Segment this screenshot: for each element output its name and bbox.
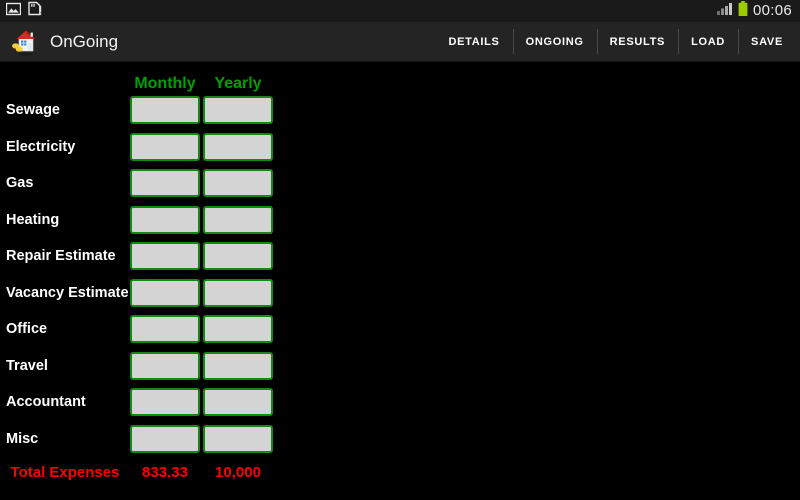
row-label-heating: Heating — [6, 212, 60, 227]
action-item-load[interactable]: LOAD — [678, 22, 738, 61]
total-expenses-row: Total Expenses 833.33 10,000 — [0, 457, 290, 487]
input-office-monthly[interactable] — [130, 315, 200, 344]
expense-row-heating: Heating — [0, 202, 290, 239]
input-sewage-yearly[interactable] — [203, 96, 273, 125]
expense-row-office: Office — [0, 311, 290, 348]
battery-full-icon — [738, 1, 748, 21]
action-item-ongoing[interactable]: ONGOING — [512, 22, 597, 61]
column-header-yearly: Yearly — [214, 75, 262, 92]
column-header-monthly: Monthly — [134, 75, 196, 92]
expenses-form: Monthly Yearly Sewage Electricity Gas He… — [0, 62, 800, 500]
action-bar-menu: DETAILS ONGOING RESULTS LOAD SAVE — [435, 22, 800, 61]
action-bar: OnGoing DETAILS ONGOING RESULTS LOAD SAV… — [0, 22, 800, 62]
row-label-accountant: Accountant — [6, 395, 86, 410]
total-expenses-monthly: 833.33 — [142, 463, 188, 481]
action-bar-branding: OnGoing — [0, 22, 118, 61]
expenses-grid: Monthly Yearly Sewage Electricity Gas He… — [0, 62, 290, 487]
status-bar-notification-icons — [5, 1, 42, 21]
input-travel-yearly[interactable] — [203, 351, 273, 380]
column-header-row: Monthly Yearly — [0, 62, 290, 92]
expense-row-electricity: Electricity — [0, 129, 290, 166]
image-icon — [5, 2, 22, 21]
status-bar: 00:06 — [0, 0, 800, 22]
status-bar-system-icons: 00:06 — [716, 1, 792, 21]
row-label-sewage: Sewage — [6, 103, 60, 118]
input-office-yearly[interactable] — [203, 315, 273, 344]
row-label-office: Office — [6, 322, 48, 337]
expense-row-repair-estimate: Repair Estimate — [0, 238, 290, 275]
row-label-vacancy-estimate: Vacancy Estimate — [6, 285, 129, 300]
total-expenses-yearly: 10,000 — [215, 463, 261, 481]
row-label-electricity: Electricity — [6, 139, 76, 154]
input-heating-monthly[interactable] — [130, 205, 200, 234]
input-misc-yearly[interactable] — [203, 424, 273, 453]
sdcard-warning-icon — [28, 1, 42, 21]
action-item-results[interactable]: RESULTS — [596, 22, 678, 61]
input-electricity-yearly[interactable] — [203, 132, 273, 161]
input-vacancy-estimate-monthly[interactable] — [130, 278, 200, 307]
action-item-details[interactable]: DETAILS — [435, 22, 512, 61]
action-item-save[interactable]: SAVE — [738, 22, 796, 61]
expense-row-gas: Gas — [0, 165, 290, 202]
input-repair-estimate-yearly[interactable] — [203, 242, 273, 271]
row-label-repair-estimate: Repair Estimate — [6, 249, 116, 264]
input-accountant-yearly[interactable] — [203, 388, 273, 417]
input-heating-yearly[interactable] — [203, 205, 273, 234]
app-title: OnGoing — [50, 32, 119, 51]
status-bar-clock: 00:06 — [752, 2, 792, 19]
input-repair-estimate-monthly[interactable] — [130, 242, 200, 271]
app-window: 00:06 OnGoing DETAILS ONGOING RESULTS LO… — [0, 0, 800, 500]
expense-row-misc: Misc — [0, 421, 290, 458]
expense-row-sewage: Sewage — [0, 92, 290, 129]
input-vacancy-estimate-yearly[interactable] — [203, 278, 273, 307]
row-label-misc: Misc — [6, 431, 39, 446]
input-accountant-monthly[interactable] — [130, 388, 200, 417]
input-travel-monthly[interactable] — [130, 351, 200, 380]
input-electricity-monthly[interactable] — [130, 132, 200, 161]
expense-row-travel: Travel — [0, 348, 290, 385]
expense-row-accountant: Accountant — [0, 384, 290, 421]
row-label-gas: Gas — [6, 176, 34, 191]
input-sewage-monthly[interactable] — [130, 96, 200, 125]
expense-row-vacancy-estimate: Vacancy Estimate — [0, 275, 290, 312]
signal-bars-icon — [716, 2, 733, 20]
house-with-coins-icon — [10, 27, 40, 57]
total-expenses-label: Total Expenses — [10, 463, 120, 481]
input-gas-yearly[interactable] — [203, 169, 273, 198]
row-label-travel: Travel — [6, 358, 48, 373]
input-gas-monthly[interactable] — [130, 169, 200, 198]
input-misc-monthly[interactable] — [130, 424, 200, 453]
